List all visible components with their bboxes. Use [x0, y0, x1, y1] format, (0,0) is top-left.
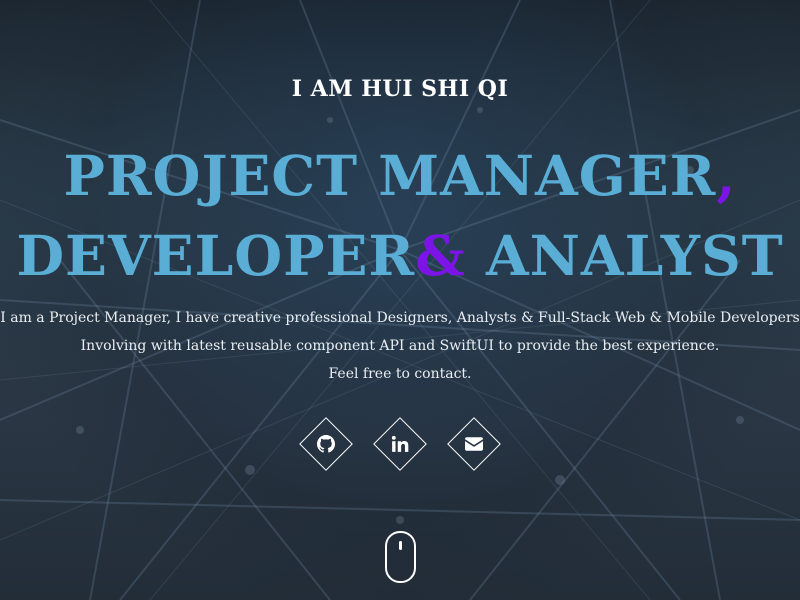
- headline-role-analyst: ANALYST: [465, 223, 784, 288]
- headline-line-1: PROJECT MANAGER,: [0, 136, 800, 216]
- mouse-wheel: [399, 541, 402, 550]
- github-icon: [317, 435, 335, 453]
- github-link[interactable]: [299, 417, 353, 471]
- hero-section: I AM HUI SHI QI PROJECT MANAGER, DEVELOP…: [0, 0, 800, 600]
- headline-role-developer: DEVELOPER: [16, 223, 416, 288]
- headline: PROJECT MANAGER, DEVELOPER& ANALYST: [0, 136, 800, 296]
- headline-ampersand: &: [415, 223, 466, 288]
- description-line: Feel free to contact.: [328, 366, 472, 382]
- headline-comma: ,: [716, 143, 737, 208]
- hero-description: I am a Project Manager, I have creative …: [0, 304, 800, 388]
- scroll-down-mouse-icon[interactable]: [385, 531, 416, 583]
- linkedin-icon: [391, 435, 409, 452]
- description-line: Involving with latest reusable component…: [80, 338, 720, 354]
- intro-heading: I AM HUI SHI QI: [291, 76, 509, 102]
- description-line: I am a Project Manager, I have creative …: [0, 310, 800, 326]
- headline-line-2: DEVELOPER& ANALYST: [0, 216, 800, 296]
- email-link[interactable]: [447, 417, 501, 471]
- envelope-icon: [465, 437, 483, 451]
- headline-role-project-manager: PROJECT MANAGER: [63, 143, 717, 208]
- social-links: [0, 417, 800, 471]
- linkedin-link[interactable]: [373, 417, 427, 471]
